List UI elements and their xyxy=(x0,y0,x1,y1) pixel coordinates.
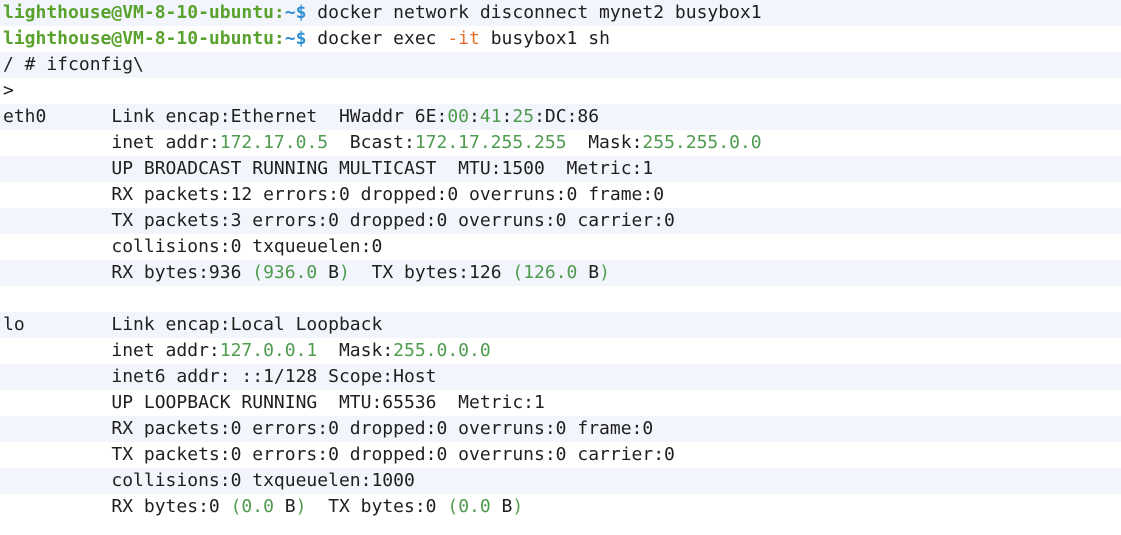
terminal-line: inet addr:172.17.0.5 Bcast:172.17.255.25… xyxy=(0,130,1121,156)
terminal-text-text: Mask: xyxy=(566,132,643,153)
terminal-text-text: > xyxy=(3,80,14,101)
terminal-text-text: TX bytes:0 xyxy=(306,496,448,517)
terminal-text-text: lo Link encap:Local Loopback xyxy=(3,314,383,335)
terminal-text-text: Mask: xyxy=(317,340,394,361)
terminal-text-num: 41 xyxy=(479,106,502,127)
terminal-text-num: 255.255.0.0 xyxy=(642,132,762,153)
terminal-text-text: UP LOOPBACK RUNNING MTU:65536 Metric:1 xyxy=(3,392,545,413)
terminal-text-num: (936.0 xyxy=(252,262,318,283)
terminal-text-num: ) xyxy=(512,496,524,517)
terminal-line: lo Link encap:Local Loopback xyxy=(0,312,1121,338)
terminal-line: UP BROADCAST RUNNING MULTICAST MTU:1500 … xyxy=(0,156,1121,182)
terminal-text-text: : xyxy=(501,106,513,127)
terminal-text-prompt: lighthouse@VM-8-10-ubuntu: xyxy=(3,2,285,23)
terminal-text-num: 127.0.0.1 xyxy=(219,340,318,361)
terminal-text-text: inet6 addr: ::1/128 Scope:Host xyxy=(3,366,437,387)
terminal-text-text: RX bytes:0 xyxy=(3,496,231,517)
terminal-text-text: B xyxy=(273,496,296,517)
terminal-text-text: docker network disconnect mynet2 busybox… xyxy=(306,2,762,23)
terminal-text-num: 172.17.255.255 xyxy=(414,132,567,153)
terminal-text-flag: -it xyxy=(447,28,480,49)
terminal-text-text: docker exec xyxy=(306,28,448,49)
terminal-line: > xyxy=(0,78,1121,104)
terminal-text-num: 00 xyxy=(447,106,470,127)
terminal-text-text: eth0 Link encap:Ethernet HWaddr 6E: xyxy=(3,106,448,127)
terminal-text-num: ) xyxy=(338,262,350,283)
terminal-text-text: :DC:86 xyxy=(534,106,600,127)
terminal-text-text: TX packets:0 errors:0 dropped:0 overruns… xyxy=(3,444,675,465)
terminal-line: lighthouse@VM-8-10-ubuntu:~$ docker exec… xyxy=(0,26,1121,52)
terminal-text-num: (0.0 xyxy=(230,496,274,517)
terminal-line: RX bytes:0 (0.0 B) TX bytes:0 (0.0 B) xyxy=(0,494,1121,520)
terminal-line: / # ifconfig\ xyxy=(0,52,1121,78)
terminal-text-num: 172.17.0.5 xyxy=(219,132,329,153)
terminal-text-text: TX packets:3 errors:0 dropped:0 overruns… xyxy=(3,210,675,231)
terminal-line: lighthouse@VM-8-10-ubuntu:~$ docker netw… xyxy=(0,0,1121,26)
terminal-line: RX packets:12 errors:0 dropped:0 overrun… xyxy=(0,182,1121,208)
terminal-text-text: collisions:0 txqueuelen:1000 xyxy=(3,470,415,491)
terminal-line: UP LOOPBACK RUNNING MTU:65536 Metric:1 xyxy=(0,390,1121,416)
terminal-text-num: ) xyxy=(295,496,307,517)
terminal-text-prompt: lighthouse@VM-8-10-ubuntu: xyxy=(3,28,285,49)
terminal-line: collisions:0 txqueuelen:0 xyxy=(0,234,1121,260)
terminal-text-text: collisions:0 txqueuelen:0 xyxy=(3,236,383,257)
terminal-line: RX bytes:936 (936.0 B) TX bytes:126 (126… xyxy=(0,260,1121,286)
terminal-text-text: B xyxy=(577,262,600,283)
terminal-line: TX packets:0 errors:0 dropped:0 overruns… xyxy=(0,442,1121,468)
terminal-text-num: 25 xyxy=(512,106,535,127)
terminal-text-text: B xyxy=(317,262,339,283)
terminal-text-text: TX bytes:126 xyxy=(349,262,513,283)
terminal-line: TX packets:3 errors:0 dropped:0 overruns… xyxy=(0,208,1121,234)
terminal-line: collisions:0 txqueuelen:1000 xyxy=(0,468,1121,494)
terminal-line: inet6 addr: ::1/128 Scope:Host xyxy=(0,364,1121,390)
terminal-text-text: Bcast: xyxy=(328,132,415,153)
terminal-text-path: ~$ xyxy=(284,2,307,23)
terminal-text-text: UP BROADCAST RUNNING MULTICAST MTU:1500 … xyxy=(3,158,654,179)
terminal-text-text: : xyxy=(469,106,480,127)
terminal-text-text: busybox1 sh xyxy=(479,28,610,49)
terminal-line: eth0 Link encap:Ethernet HWaddr 6E:00:41… xyxy=(0,104,1121,130)
terminal-text-num: (126.0 xyxy=(512,262,578,283)
terminal-text-text: / # ifconfig\ xyxy=(3,54,144,75)
terminal-text-text: RX packets:12 errors:0 dropped:0 overrun… xyxy=(3,184,665,205)
terminal-text-num: (0.0 xyxy=(447,496,491,517)
terminal-text-num: ) xyxy=(599,262,610,283)
terminal-text-text: B xyxy=(490,496,513,517)
terminal-text-path: ~$ xyxy=(284,28,307,49)
terminal-line: inet addr:127.0.0.1 Mask:255.0.0.0 xyxy=(0,338,1121,364)
terminal-text-text: inet addr: xyxy=(3,132,220,153)
terminal-line: RX packets:0 errors:0 dropped:0 overruns… xyxy=(0,416,1121,442)
terminal-text-text: RX packets:0 errors:0 dropped:0 overruns… xyxy=(3,418,654,439)
terminal-text-num: 255.0.0.0 xyxy=(393,340,491,361)
terminal-text-text: inet addr: xyxy=(3,340,220,361)
terminal-window[interactable]: lighthouse@VM-8-10-ubuntu:~$ docker netw… xyxy=(0,0,1121,535)
terminal-text-text: RX bytes:936 xyxy=(3,262,253,283)
